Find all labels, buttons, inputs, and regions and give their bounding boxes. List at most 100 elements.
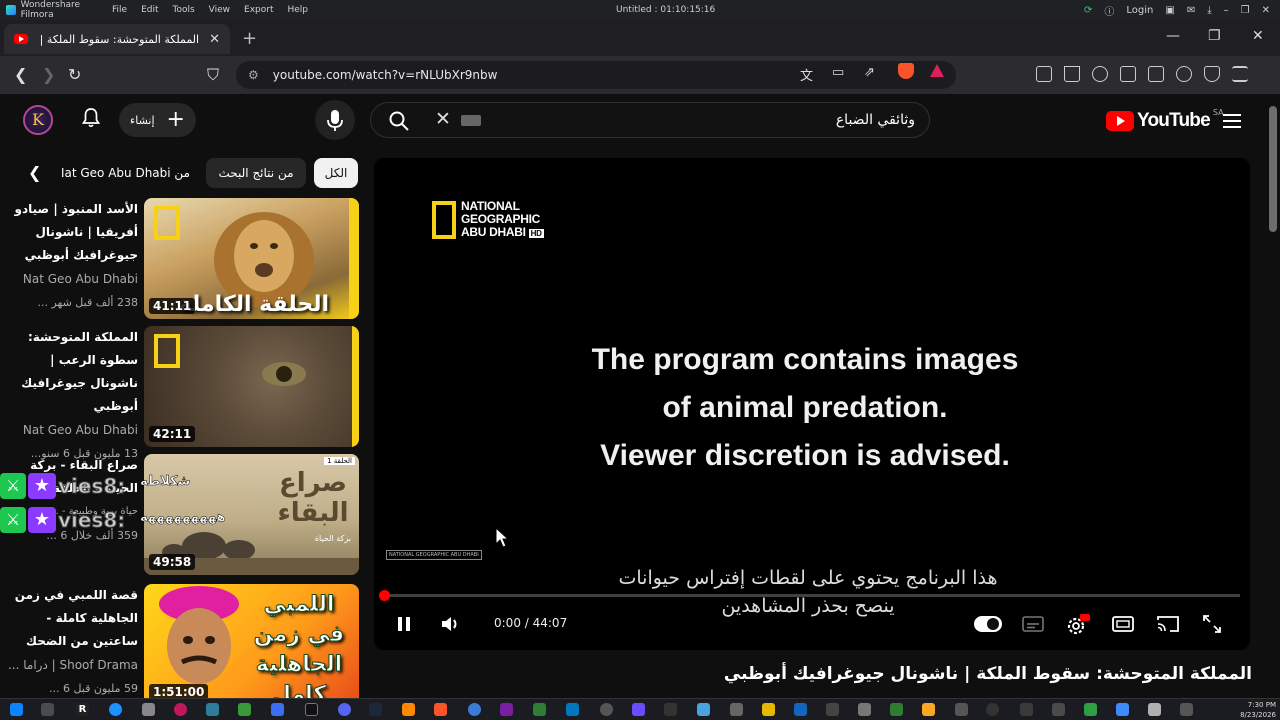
related-video-2[interactable]: المملكة المتوحشة: سطوة الرعب | ناشونال ج…: [0, 326, 362, 460]
window-minimize-icon[interactable]: —: [1166, 28, 1180, 44]
app-icon-10[interactable]: [600, 703, 613, 716]
volume-icon[interactable]: [440, 614, 460, 634]
cast-page-icon[interactable]: ▭: [832, 65, 844, 80]
chip-from-channel[interactable]: من Nat Geo Abu Dhabi: [62, 158, 196, 188]
related-video-1-channel[interactable]: Nat Geo Abu Dhabi: [8, 267, 138, 291]
guide-menu-icon[interactable]: [1223, 114, 1241, 128]
cast-icon[interactable]: [1157, 614, 1179, 634]
chip-all[interactable]: الكل: [314, 158, 358, 188]
tab-close-icon[interactable]: ✕: [209, 32, 220, 47]
app-icon-1[interactable]: [142, 703, 155, 716]
browser-menu-icon[interactable]: [1232, 66, 1248, 82]
filmora-menu-file[interactable]: File: [112, 5, 127, 15]
browser-tab-active[interactable]: المملكة المتوحشة: سقوط الملكة | ✕: [4, 24, 230, 54]
windows-start-icon[interactable]: [10, 703, 23, 716]
youtube-logo[interactable]: YouTube SA: [1106, 108, 1224, 132]
app-icon-3[interactable]: [206, 703, 219, 716]
app-icon-8[interactable]: [533, 703, 546, 716]
discord-icon[interactable]: [338, 703, 351, 716]
app-icon-22[interactable]: [986, 703, 999, 716]
download-icon[interactable]: ⤓: [1207, 5, 1211, 16]
related-video-1-title[interactable]: الأسد المنبوذ | صيادو أفريقيا | ناشونال …: [8, 198, 138, 267]
keyboard-icon[interactable]: [461, 115, 481, 126]
related-video-4-channel[interactable]: Shoof Drama | دراما ...: [8, 653, 138, 677]
window-restore-icon[interactable]: ❐: [1208, 28, 1221, 44]
related-video-1-thumbnail[interactable]: الحلقة الكاملة 41:11: [144, 198, 359, 319]
app-icon-27[interactable]: [1148, 703, 1161, 716]
app-icon-9[interactable]: [566, 703, 579, 716]
rockstar-icon[interactable]: R: [76, 703, 89, 716]
subtitles-icon[interactable]: [1022, 614, 1044, 634]
leo-ai-icon[interactable]: [1176, 66, 1192, 82]
sidebar-icon[interactable]: [1120, 66, 1136, 82]
music-icon[interactable]: [1092, 66, 1108, 82]
app-icon-15[interactable]: [762, 703, 775, 716]
app-icon-14[interactable]: [730, 703, 743, 716]
epic-games-icon[interactable]: [305, 703, 318, 716]
related-video-4-thumbnail[interactable]: اللمبي في زمن الجاهلية كامل 1:51:00: [144, 584, 359, 705]
brave-taskbar-icon[interactable]: [434, 703, 447, 716]
taskbar-clock[interactable]: 7:30 PM 8/23/2026: [1240, 700, 1276, 720]
app-icon-17[interactable]: [826, 703, 839, 716]
filmora-login[interactable]: Login: [1126, 5, 1153, 16]
chevron-left-icon[interactable]: ❮: [28, 163, 41, 182]
save-icon[interactable]: ▣: [1165, 5, 1174, 16]
close-icon[interactable]: ✕: [1262, 5, 1270, 16]
related-video-2-title[interactable]: المملكة المتوحشة: سطوة الرعب | ناشونال ج…: [8, 326, 138, 418]
minimize-icon[interactable]: –: [1224, 5, 1229, 16]
clear-search-icon[interactable]: ✕: [435, 108, 451, 130]
info-icon[interactable]: ⓘ: [1104, 3, 1114, 18]
sync-icon[interactable]: ⟳: [1084, 5, 1092, 16]
new-tab-icon[interactable]: +: [242, 28, 257, 49]
create-button[interactable]: إنشاء +: [119, 103, 196, 137]
autoplay-toggle[interactable]: [974, 616, 1002, 632]
fullscreen-icon[interactable]: [1202, 614, 1222, 634]
filmora-menu-view[interactable]: View: [209, 5, 230, 15]
app-icon-7[interactable]: [500, 703, 513, 716]
filmora-menu-tools[interactable]: Tools: [173, 5, 195, 15]
avatar[interactable]: K: [23, 105, 53, 135]
app-icon-11[interactable]: [632, 703, 645, 716]
app-icon-20[interactable]: [922, 703, 935, 716]
chip-from-search[interactable]: من نتائج البحث: [206, 158, 306, 188]
app-icon-26[interactable]: [1116, 703, 1129, 716]
bookmark-icon[interactable]: ⛉: [207, 65, 219, 85]
voice-search-button[interactable]: [315, 100, 355, 140]
screenshot-icon[interactable]: [1036, 66, 1052, 82]
scrollbar-thumb[interactable]: [1269, 106, 1277, 232]
reload-icon[interactable]: ↻: [68, 65, 81, 84]
vpn-icon[interactable]: [1204, 66, 1220, 82]
related-video-2-thumbnail[interactable]: 42:11: [144, 326, 359, 447]
edge-icon[interactable]: [109, 703, 122, 716]
app-icon-2[interactable]: [174, 703, 187, 716]
window-close-icon[interactable]: ✕: [1252, 28, 1264, 44]
settings-gear-icon[interactable]: [1066, 614, 1090, 636]
app-icon-13[interactable]: [697, 703, 710, 716]
restore-icon[interactable]: ❐: [1241, 5, 1250, 16]
app-icon-12[interactable]: [664, 703, 677, 716]
app-icon-6[interactable]: [468, 703, 481, 716]
site-info-icon[interactable]: ⚙: [248, 68, 259, 82]
related-video-2-channel[interactable]: Nat Geo Abu Dhabi: [8, 418, 138, 442]
address-bar[interactable]: ⚙ youtube.com/watch?v=rNLUbXr9nbw: [236, 61, 956, 89]
filmora-menu-export[interactable]: Export: [244, 5, 273, 15]
brave-shields-icon[interactable]: [898, 63, 914, 79]
task-view-icon[interactable]: [41, 703, 54, 716]
forward-icon[interactable]: ❯: [42, 65, 55, 84]
back-icon[interactable]: ❮: [14, 65, 27, 84]
app-icon-19[interactable]: [890, 703, 903, 716]
related-video-1[interactable]: الأسد المنبوذ | صيادو أفريقيا | ناشونال …: [0, 198, 362, 320]
video-player[interactable]: NATIONAL GEOGRAPHIC ABU DHABI HD The prog…: [374, 158, 1250, 650]
downloads-icon[interactable]: [1064, 66, 1080, 82]
pause-icon[interactable]: [394, 614, 414, 634]
filmora-menu-help[interactable]: Help: [288, 5, 309, 15]
app-icon-24[interactable]: [1052, 703, 1065, 716]
search-input[interactable]: ✕ وثائقي الضباع: [370, 102, 930, 138]
vlc-icon[interactable]: [402, 703, 415, 716]
translate-icon[interactable]: 文: [800, 65, 813, 84]
app-icon-16[interactable]: [794, 703, 807, 716]
app-icon-18[interactable]: [858, 703, 871, 716]
notifications-bell-icon[interactable]: [82, 108, 100, 128]
progress-scrubber[interactable]: [379, 590, 390, 601]
app-icon-28[interactable]: [1180, 703, 1193, 716]
